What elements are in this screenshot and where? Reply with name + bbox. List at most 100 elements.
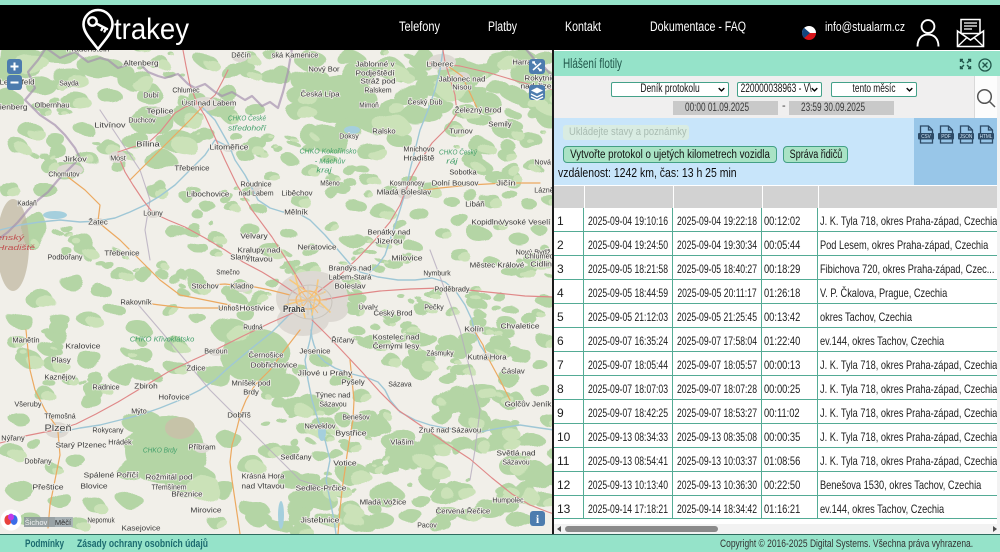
svg-text:Březnice: Březnice xyxy=(171,490,202,499)
svg-text:Mnichovo: Mnichovo xyxy=(403,145,434,154)
svg-text:Pacov: Pacov xyxy=(417,521,437,530)
svg-text:nad Vltavou: nad Vltavou xyxy=(242,482,285,491)
svg-text:PDF: PDF xyxy=(941,134,951,140)
svg-text:Kasejovice: Kasejovice xyxy=(122,524,161,533)
svg-text:Benešov: Benešov xyxy=(342,413,369,422)
svg-text:Slaný: Slaný xyxy=(230,253,250,262)
svg-text:Velvary: Velvary xyxy=(240,232,268,241)
svg-text:Semily: Semily xyxy=(488,120,512,129)
svg-text:Votice: Votice xyxy=(333,459,356,468)
svg-text:Týnec nad: Týnec nad xyxy=(315,391,350,400)
svg-text:Říčany: Říčany xyxy=(331,336,355,345)
svg-text:Žatec: Žatec xyxy=(88,218,108,227)
svg-text:Železný Brod: Železný Brod xyxy=(455,106,502,115)
svg-text:Vysoké Veselí: Vysoké Veselí xyxy=(500,218,552,227)
svg-text:Bystřice: Bystřice xyxy=(335,429,366,438)
svg-text:Mladá Boleslav: Mladá Boleslav xyxy=(377,188,432,197)
svg-text:Černošice: Černošice xyxy=(248,351,283,360)
svg-text:enský: enský xyxy=(0,233,26,242)
svg-text:Kutná Hora: Kutná Hora xyxy=(468,353,508,362)
svg-text:Sobotka: Sobotka xyxy=(449,168,477,177)
svg-text:Nisou: Nisou xyxy=(452,83,472,92)
svg-text:Olbernhau: Olbernhau xyxy=(34,101,69,110)
svg-text:CHKO Křivoklátsko: CHKO Křivoklátsko xyxy=(130,335,195,344)
svg-text:Litvínov: Litvínov xyxy=(94,121,125,130)
svg-text:Kladno: Kladno xyxy=(230,282,253,291)
svg-text:Benátky nad: Benátky nad xyxy=(368,228,411,237)
svg-text:Labem-Stará: Labem-Stará xyxy=(329,273,373,282)
svg-text:Český Brod: Český Brod xyxy=(374,309,413,318)
svg-text:Lázně: Lázně xyxy=(534,186,554,195)
svg-text:Louny: Louny xyxy=(143,209,163,218)
svg-text:Radnice: Radnice xyxy=(92,383,119,392)
svg-text:Šichov: Šichov xyxy=(25,518,48,527)
svg-text:CHKO Kokořínsko: CHKO Kokořínsko xyxy=(300,147,357,156)
svg-text:Kolín: Kolín xyxy=(464,325,484,334)
svg-text:Mimoň: Mimoň xyxy=(359,101,379,110)
svg-text:Boleslav: Boleslav xyxy=(334,282,365,291)
svg-text:Roudnice: Roudnice xyxy=(240,180,271,189)
svg-text:Český Dub: Český Dub xyxy=(407,98,442,107)
svg-text:Děčín: Děčín xyxy=(231,51,251,60)
svg-text:Zbiroh: Zbiroh xyxy=(134,382,157,391)
svg-text:Nepomuk: Nepomuk xyxy=(87,516,114,525)
svg-text:Jizerou: Jizerou xyxy=(375,237,402,246)
svg-text:Jílové u Prahy: Jílové u Prahy xyxy=(298,369,353,378)
svg-text:Ústí nad Labem: Ústí nad Labem xyxy=(182,99,237,108)
svg-text:Dolní Bousov: Dolní Bousov xyxy=(432,179,479,188)
svg-text:arienberg: arienberg xyxy=(0,103,28,112)
svg-text:Litoměřice: Litoměřice xyxy=(210,143,249,152)
svg-text:Rudná: Rudná xyxy=(243,323,263,332)
svg-text:Pečky: Pečky xyxy=(424,303,444,312)
svg-text:CSV: CSV xyxy=(921,134,931,140)
svg-text:Sayda: Sayda xyxy=(59,79,79,88)
svg-text:Liberec: Liberec xyxy=(426,60,454,69)
svg-text:Stráž pod: Stráž pod xyxy=(360,77,395,86)
svg-text:Krásná Hora: Krásná Hora xyxy=(242,472,286,481)
svg-text:CHKO Český: CHKO Český xyxy=(439,148,478,157)
svg-text:Mladá Vožice: Mladá Vožice xyxy=(360,498,407,507)
svg-text:Brandýs nad: Brandýs nad xyxy=(329,264,372,273)
svg-text:Sázavou: Sázavou xyxy=(502,458,529,467)
svg-text:Libáň: Libáň xyxy=(465,200,485,209)
svg-text:Hradiště: Hradiště xyxy=(0,243,35,252)
svg-text:Jirkov: Jirkov xyxy=(63,155,87,164)
svg-text:Mirovice: Mirovice xyxy=(190,506,221,515)
svg-text:Pyšely: Pyšely xyxy=(341,378,365,387)
svg-text:kraj: kraj xyxy=(316,166,332,175)
svg-text:Třebenice: Třebenice xyxy=(104,249,139,258)
svg-text:Ralskem: Ralskem xyxy=(364,86,391,95)
svg-text:Hořovice: Hořovice xyxy=(158,393,189,402)
svg-text:Libochovice: Libochovice xyxy=(187,190,230,199)
svg-text:Černými lesy: Černými lesy xyxy=(373,342,420,351)
svg-text:Turnov: Turnov xyxy=(449,127,473,136)
svg-text:Chlumec: Chlumec xyxy=(172,86,199,95)
svg-text:Třemošná: Třemošná xyxy=(44,412,76,421)
svg-text:Měčí: Měčí xyxy=(55,518,72,527)
svg-text:Kopidlno: Kopidlno xyxy=(471,218,502,227)
svg-text:Neveklov: Neveklov xyxy=(304,422,335,431)
svg-text:Třebenice: Třebenice xyxy=(174,164,209,173)
svg-text:nad Labem: nad Labem xyxy=(238,189,273,198)
svg-text:Stochov: Stochov xyxy=(191,282,218,291)
svg-text:Dubí: Dubí xyxy=(143,91,159,100)
svg-text:- Máchův: - Máchův xyxy=(315,157,347,166)
svg-text:Vlašim: Vlašim xyxy=(390,438,413,447)
svg-text:Nový Bor: Nový Bor xyxy=(308,65,340,74)
svg-text:Neratovice: Neratovice xyxy=(298,243,337,252)
svg-text:Milovice: Milovice xyxy=(391,254,422,263)
svg-text:Manětín: Manětín xyxy=(12,336,39,345)
svg-text:Ralsko: Ralsko xyxy=(372,127,395,136)
svg-text:Světlá nad: Světlá nad xyxy=(497,449,536,458)
svg-text:Doksy: Doksy xyxy=(339,132,359,141)
svg-text:Nýřany: Nýřany xyxy=(1,434,25,443)
svg-text:Brdy: Brdy xyxy=(243,388,259,397)
svg-text:Všeruby: Všeruby xyxy=(14,400,41,409)
svg-text:Golčův Jeník: Golčův Jeník xyxy=(505,400,552,409)
svg-text:Městec Králové: Městec Králové xyxy=(470,261,525,270)
svg-text:Červená Řečice: Červená Řečice xyxy=(436,507,491,516)
svg-text:Liběchov: Liběchov xyxy=(281,189,312,198)
svg-text:Poděbrady: Poděbrady xyxy=(434,285,469,294)
svg-text:Nymburk: Nymburk xyxy=(423,269,450,278)
svg-text:Sázavou: Sázavou xyxy=(319,400,346,409)
